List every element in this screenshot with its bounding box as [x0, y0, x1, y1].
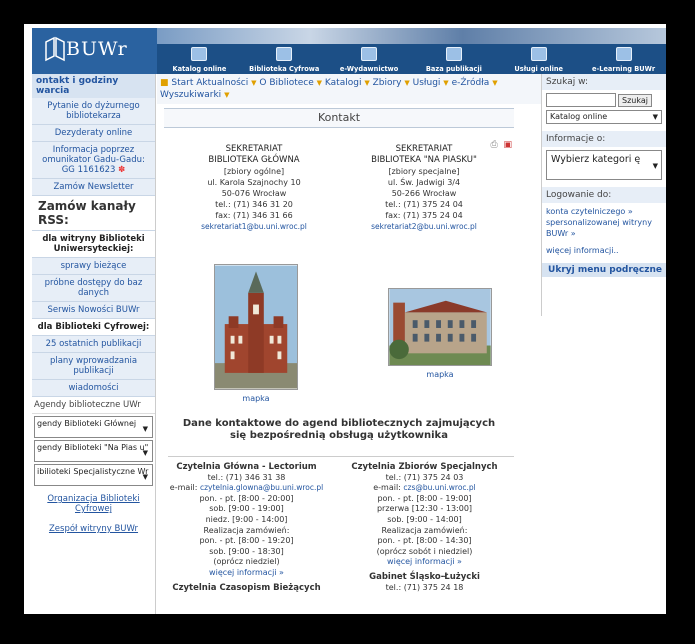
main-content: Kontakt ⎙ ▣ SEKRETARIAT BIBLIOTEKA GŁÓWN… — [164, 108, 514, 614]
map-link-piasku[interactable]: mapka — [410, 370, 470, 379]
more-info-link[interactable]: więcej informacji » — [164, 568, 329, 579]
books-icon — [445, 47, 462, 61]
email-link[interactable]: czs@bu.uni.wroc.pl — [403, 483, 475, 492]
menu-bullet-icon: ■ — [160, 78, 169, 88]
rss-item-wiadomosci[interactable]: wiadomości — [32, 380, 155, 397]
rss-item-plany[interactable]: plany wprowadzania publikacji — [32, 353, 155, 380]
nav-biblioteka-cyfrowa[interactable]: Biblioteka Cyfrowa — [242, 44, 327, 74]
arrow-down-icon: ▼ — [316, 79, 323, 87]
rss-uwr-label: dla witryny Biblioteki Uniwersyteckiej: — [32, 231, 155, 258]
chevron-down-icon: ▼ — [142, 473, 148, 481]
agendy-select-glowna[interactable]: gendy Biblioteki Głównej ▼ — [34, 416, 153, 438]
catalog-icon — [191, 47, 208, 61]
nav-e-learning[interactable]: e-Learning BUWr — [581, 44, 666, 74]
arrow-down-icon: ▼ — [404, 79, 410, 87]
more-info-link[interactable]: więcej informacji » — [342, 557, 507, 568]
arrow-down-icon: ▼ — [443, 79, 449, 87]
main-menu: ■ Start Aktualności ▼ O Bibliotece ▼ Kat… — [157, 74, 541, 104]
divider — [168, 456, 514, 457]
header-banner — [157, 28, 666, 44]
contact-glowna: SEKRETARIAT BIBLIOTEKA GŁÓWNA [zbiory og… — [174, 144, 334, 232]
building-photo-piasku[interactable] — [388, 288, 492, 366]
search-button[interactable]: Szukaj — [618, 93, 652, 107]
rss-item-bazy[interactable]: próbne dostępy do baz danych — [32, 275, 155, 302]
search-label: Szukaj w: — [542, 74, 666, 90]
chevron-down-icon: ▼ — [652, 113, 658, 121]
rss-heading: Zamów kanały RSS: — [32, 196, 155, 231]
book-logo-icon — [45, 36, 65, 62]
computer-icon — [276, 47, 293, 61]
nav-e-wydawnictwo[interactable]: e-Wydawnictwo — [327, 44, 412, 74]
agendy-label: Agendy biblioteczne UWr — [32, 397, 155, 414]
rss-bc-label: dla Biblioteki Cyfrowej: — [32, 319, 155, 336]
info-label: Informacje o: — [542, 131, 666, 147]
nav-katalog[interactable]: Katalog online — [157, 44, 242, 74]
menu-item-start[interactable]: Start — [171, 78, 193, 88]
search-input[interactable] — [546, 93, 616, 107]
rss-item-publikacje[interactable]: 25 ostatnich publikacji — [32, 336, 155, 353]
sidebar-item-dyzurny[interactable]: Pytanie do dyżurnego bibliotekarza — [32, 98, 155, 125]
agendy-select-piasku[interactable]: gendy Biblioteki "Na Pias u" ▼ — [34, 440, 153, 462]
agendy-heading: Dane kontaktowe do agend bibliotecznych … — [182, 418, 496, 441]
menu-item-katalogi[interactable]: Katalogi — [325, 78, 362, 88]
gadu-gadu-icon: ✽ — [118, 165, 126, 175]
email-link[interactable]: sekretariat1@bu.uni.wroc.pl — [174, 221, 334, 232]
menu-item-aktualnosci[interactable]: Aktualności — [196, 78, 248, 88]
link-zespol[interactable]: Zespół witryny BUWr — [32, 518, 155, 538]
sidebar-item-gadu-gadu[interactable]: Informacja poprzez omunikator Gadu-Gadu:… — [32, 142, 155, 179]
site-logo[interactable]: BUWr — [32, 28, 157, 74]
hide-menu-button[interactable]: Ukryj menu podręczne — [542, 263, 666, 277]
menu-item-uslugi[interactable]: Usługi — [413, 78, 441, 88]
menu-item-o-bibliotece[interactable]: O Bibliotece — [259, 78, 313, 88]
reading-room-glowna: Czytelnia Główna - Lectorium tel.: (71) … — [164, 462, 329, 593]
map-link-glowna[interactable]: mapka — [226, 394, 286, 403]
chevron-down-icon: ▼ — [142, 425, 148, 433]
link-organizacja[interactable]: Organizacja Biblioteki Cyfrowej — [32, 488, 155, 518]
contact-piasku: SEKRETARIAT BIBLIOTEKA "NA PIASKU" [zbio… — [344, 144, 504, 232]
nav-uslugi-online[interactable]: Usługi online — [496, 44, 581, 74]
reading-room-specjalne: Czytelnia Zbiorów Specjalnych tel.: (71)… — [342, 462, 507, 593]
menu-item-wyszukiwarki[interactable]: Wyszukiwarki — [160, 90, 221, 100]
sidebar-item-dezyderaty[interactable]: Dezyderaty online — [32, 125, 155, 142]
login-label: Logowanie do: — [542, 187, 666, 203]
user-icon — [530, 47, 547, 61]
rss-item-nowosci[interactable]: Serwis Nowości BUWr — [32, 302, 155, 319]
chevron-down-icon: ▼ — [142, 449, 148, 457]
pdf-icon[interactable]: ▣ — [503, 140, 512, 150]
right-sidebar: Szukaj w: Szukaj Katalog online ▼ Informa… — [541, 74, 666, 316]
site-header: BUWr Katalog online Biblioteka Cyfrowa e… — [32, 28, 666, 74]
header-nav: Katalog online Biblioteka Cyfrowa e-Wyda… — [157, 44, 666, 74]
page-title: Kontakt — [164, 108, 514, 128]
graduation-icon — [615, 47, 632, 61]
sidebar-heading: ontakt i godziny warcia — [32, 74, 155, 98]
email-link[interactable]: czytelnia.glowna@bu.uni.wroc.pl — [200, 483, 323, 492]
browser-frame: BUWr Katalog online Biblioteka Cyfrowa e… — [24, 24, 666, 614]
sidebar-item-newsletter[interactable]: Zamów Newsletter — [32, 179, 155, 196]
arrow-down-icon: ▼ — [492, 79, 498, 87]
menu-item-e-zrodla[interactable]: e-Źródła — [452, 78, 490, 88]
agendy-select-specjalistyczne[interactable]: ibilioteki Specjalistyczne Wr ▼ — [34, 464, 153, 486]
arrow-down-icon: ▼ — [224, 91, 230, 99]
disc-icon — [361, 47, 378, 61]
arrow-down-icon: ▼ — [251, 79, 257, 87]
login-link[interactable]: konta czytelniczego » spersonalizowanej … — [546, 206, 662, 239]
rss-item-sprawy[interactable]: sprawy bieżące — [32, 258, 155, 275]
arrow-down-icon: ▼ — [364, 79, 370, 87]
category-select[interactable]: Wybierz kategori ę ▼ — [546, 150, 662, 180]
nav-baza-publikacji[interactable]: Baza publikacji — [411, 44, 496, 74]
logo-text: BUWr — [66, 38, 128, 60]
chevron-down-icon: ▼ — [652, 162, 658, 170]
building-photo-glowna[interactable] — [214, 264, 298, 390]
search-scope-select[interactable]: Katalog online ▼ — [546, 110, 662, 124]
email-link[interactable]: sekretariat2@bu.uni.wroc.pl — [344, 221, 504, 232]
more-info-link[interactable]: więcej informacji.. — [546, 245, 662, 256]
menu-item-zbiory[interactable]: Zbiory — [373, 78, 402, 88]
left-sidebar: ontakt i godziny warcia Pytanie do dyżur… — [32, 74, 156, 614]
